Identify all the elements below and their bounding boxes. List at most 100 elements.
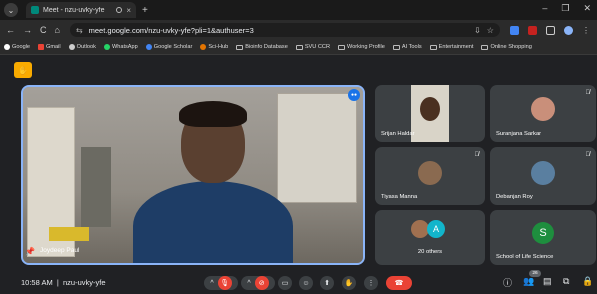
outlook-icon xyxy=(68,44,75,50)
google-icon xyxy=(4,44,10,50)
bookmark-ai-tools[interactable]: AI Tools xyxy=(392,44,422,50)
bookmark-svu-ccr[interactable]: SVU CCR xyxy=(295,44,330,50)
mic-off-icon: 🎙̸ xyxy=(585,152,591,158)
bookmark-label: Entertainment xyxy=(438,44,474,50)
puzzle-icon[interactable] xyxy=(545,25,555,35)
tab-search-icon[interactable]: ⌄ xyxy=(4,3,18,17)
address-bar-row: ← → C ⌂ ⇆ meet.google.com/nzu-uvky-yfe?p… xyxy=(0,20,597,40)
maximize-icon[interactable]: ❐ xyxy=(561,3,569,14)
bookmark-label: Google Scholar xyxy=(153,44,193,50)
bookmark-label: Bioinfo Database xyxy=(245,44,288,50)
chat-icon[interactable]: ▤ xyxy=(543,276,552,287)
bookmark-google[interactable]: Google xyxy=(4,44,30,50)
participant-name: School of Life Science xyxy=(496,254,554,260)
folder-icon xyxy=(481,44,489,50)
url-text[interactable]: meet.google.com/nzu-uvky-yfe?pli=1&authu… xyxy=(89,26,468,35)
close-tab-icon[interactable]: × xyxy=(126,6,131,15)
participant-avatar xyxy=(531,97,555,121)
tab-meet[interactable]: Meet - nzu-uvky-yfe × xyxy=(26,2,136,18)
emoji-button[interactable]: ☺ xyxy=(299,276,313,290)
bookmark-outlook[interactable]: Outlook xyxy=(68,44,96,50)
raised-hand-icon[interactable]: ✋ xyxy=(14,62,32,78)
speaker-video xyxy=(133,101,293,263)
mic-off-button[interactable]: 🎙 xyxy=(217,276,232,290)
others-tile[interactable]: A 20 others xyxy=(375,210,485,265)
participant-tile[interactable]: 🎙̸ Tiyasa Manna xyxy=(375,147,485,205)
bookmark-google-scholar[interactable]: Google Scholar xyxy=(145,44,193,50)
download-icon[interactable]: ⇩ xyxy=(474,26,481,35)
folder-icon xyxy=(338,44,346,50)
main-speaker-name: Joydeep Paul xyxy=(40,247,80,254)
participant-face xyxy=(420,97,440,121)
present-button[interactable]: ⬆ xyxy=(320,276,334,290)
folder-icon xyxy=(392,44,400,50)
site-info-icon[interactable]: ⇆ xyxy=(76,26,83,35)
participant-tile[interactable]: Srijan Haldar xyxy=(375,85,485,142)
video-cabinet xyxy=(81,147,111,227)
bookmark-online-shopping[interactable]: Online Shopping xyxy=(481,44,532,50)
participant-avatar xyxy=(531,161,555,185)
camera-options-icon[interactable]: ^ xyxy=(247,280,250,287)
bookmark-working-profile[interactable]: Working Profile xyxy=(338,44,385,50)
folder-icon xyxy=(236,44,244,50)
host-controls-icon[interactable]: 🔒 xyxy=(582,276,593,287)
bookmark-gmail[interactable]: Gmail xyxy=(38,44,61,50)
pin-icon[interactable]: 📌 xyxy=(25,247,35,256)
close-window-icon[interactable]: ✕ xyxy=(583,3,591,14)
participant-name: Debanjan Roy xyxy=(496,194,533,200)
bookmark-star-icon[interactable]: ☆ xyxy=(487,26,494,35)
raise-hand-button[interactable]: ✋ xyxy=(342,276,356,290)
leave-call-button[interactable]: ☎ xyxy=(386,276,412,290)
bookmark-label: AI Tools xyxy=(401,44,422,50)
speaker-body xyxy=(133,181,293,263)
main-speaker-tile[interactable] xyxy=(21,85,365,265)
participant-tile[interactable]: S School of Life Science xyxy=(490,210,596,265)
sci-hub-icon xyxy=(200,44,207,50)
bookmarks-bar: Google Gmail Outlook WhatsApp Google Sch… xyxy=(0,40,597,55)
home-icon[interactable]: ⌂ xyxy=(55,25,60,35)
gmail-icon xyxy=(38,44,45,50)
others-count: 20 others xyxy=(417,249,443,255)
meeting-time-code: 10:58 AM | nzu-uvky-yfe xyxy=(21,278,106,287)
whatsapp-icon xyxy=(103,44,110,50)
participant-tile[interactable]: 🎙̸ Suranjana Sarkar xyxy=(490,85,596,142)
extension-icon[interactable] xyxy=(509,25,519,35)
folder-icon xyxy=(295,44,303,50)
activities-icon[interactable]: ⧉ xyxy=(563,276,569,287)
window-controls: – ❐ ✕ xyxy=(542,3,591,14)
new-tab-button[interactable]: + xyxy=(142,5,148,16)
tab-title: Meet - nzu-uvky-yfe xyxy=(43,6,105,14)
forward-icon[interactable]: → xyxy=(23,25,32,35)
browser-tab-bar: ⌄ Meet - nzu-uvky-yfe × + – ❐ ✕ xyxy=(0,0,597,20)
mic-off-icon: 🎙̸ xyxy=(474,152,480,158)
bookmark-label: Gmail xyxy=(46,44,61,50)
captions-button[interactable]: ▭ xyxy=(278,276,292,290)
camera-off-button[interactable]: ⊘ xyxy=(254,276,269,290)
bookmark-whatsapp[interactable]: WhatsApp xyxy=(103,44,138,50)
separator: | xyxy=(54,278,61,287)
participant-tile[interactable]: 🎙̸ Debanjan Roy xyxy=(490,147,596,205)
bookmark-entertainment[interactable]: Entertainment xyxy=(429,44,474,50)
profile-avatar[interactable] xyxy=(563,25,573,35)
meeting-time: 10:58 AM xyxy=(21,278,53,287)
bookmark-label: Working Profile xyxy=(347,44,385,50)
mic-options-icon[interactable]: ^ xyxy=(210,280,213,287)
participant-name: Srijan Haldar xyxy=(381,131,415,137)
omnibox[interactable]: ⇆ meet.google.com/nzu-uvky-yfe?pli=1&aut… xyxy=(69,23,500,37)
extension-icon[interactable] xyxy=(527,25,537,35)
bookmark-label: WhatsApp xyxy=(111,44,138,50)
speaking-indicator-icon: ●● xyxy=(348,89,360,101)
participant-video xyxy=(411,85,449,142)
reload-icon[interactable]: C xyxy=(40,25,47,35)
bookmark-label: Online Shopping xyxy=(490,44,532,50)
nav-buttons: ← → C ⌂ xyxy=(6,25,60,35)
menu-icon[interactable]: ⋮ xyxy=(582,26,590,35)
bookmark-bioinfo-database[interactable]: Bioinfo Database xyxy=(236,44,288,50)
more-options-button[interactable]: ⋮ xyxy=(364,276,378,290)
people-icon[interactable]: 👥 xyxy=(523,276,534,287)
minimize-icon[interactable]: – xyxy=(542,3,547,14)
video-object xyxy=(49,227,89,241)
info-icon[interactable]: ⓘ xyxy=(503,276,512,289)
bookmark-sci-hub[interactable]: Sci-Hub xyxy=(200,44,228,50)
back-icon[interactable]: ← xyxy=(6,25,15,35)
